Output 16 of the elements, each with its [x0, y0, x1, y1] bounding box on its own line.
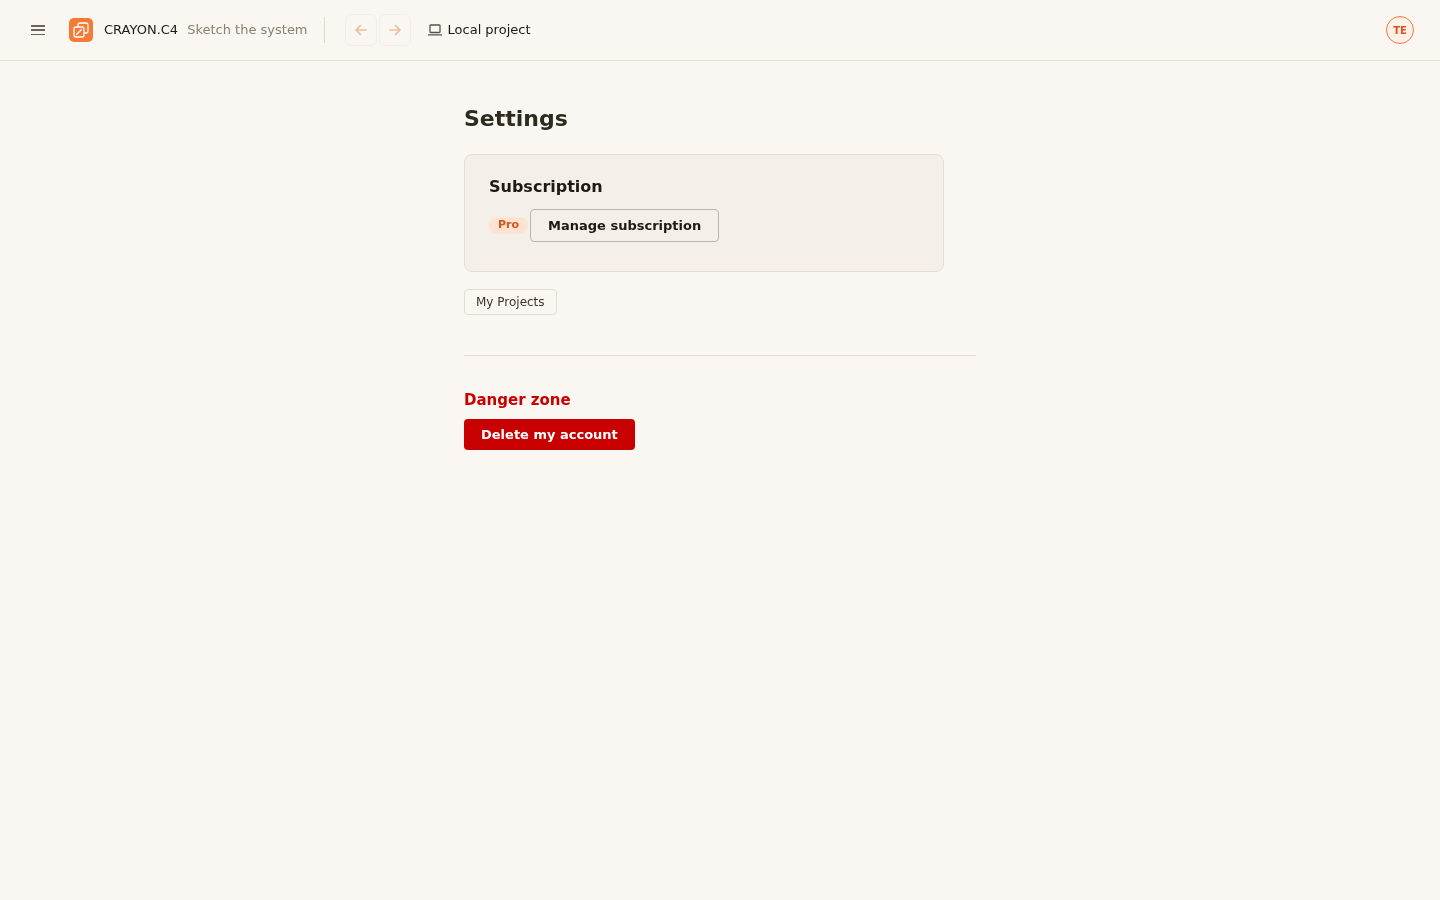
plan-badge: Pro: [489, 217, 529, 234]
arrow-right-icon: [387, 23, 402, 37]
menu-icon[interactable]: [31, 25, 45, 35]
delete-account-button[interactable]: Delete my account: [464, 419, 635, 450]
subscription-title: Subscription: [489, 176, 604, 198]
danger-zone-title: Danger zone: [464, 390, 572, 411]
manage-subscription-button[interactable]: Manage subscription: [530, 209, 720, 242]
laptop-icon: [427, 24, 442, 36]
page-title: Settings: [464, 105, 569, 133]
brand-name: CRAYON.C4: [104, 21, 179, 40]
user-avatar[interactable]: TE: [1386, 16, 1414, 44]
my-projects-button[interactable]: My Projects: [464, 289, 557, 315]
logo-icon: [69, 18, 93, 42]
arrow-left-icon: [353, 23, 368, 37]
brand-tagline: Sketch the system: [187, 21, 308, 40]
project-label: Local project: [447, 21, 531, 40]
